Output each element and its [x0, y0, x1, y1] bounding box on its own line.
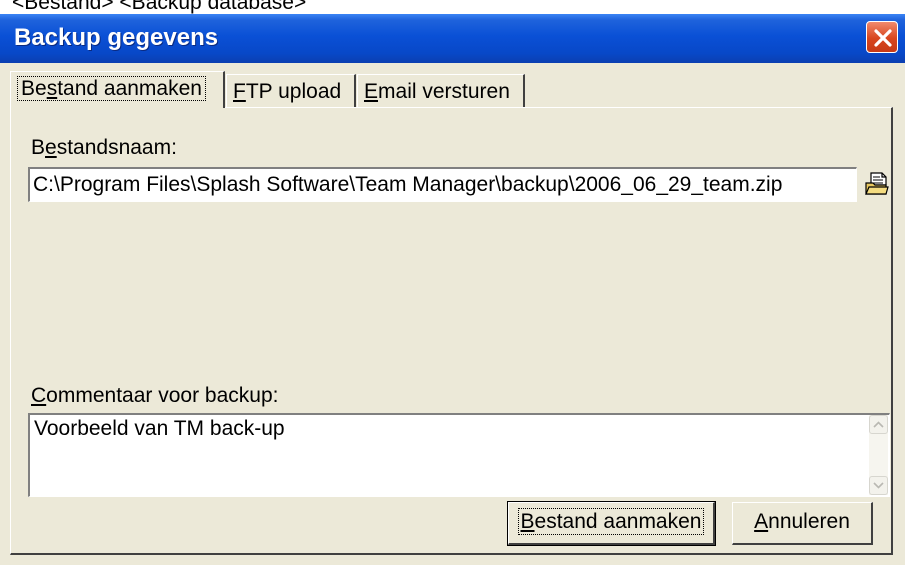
tab-ftp-upload[interactable]: FTP upload	[226, 74, 356, 108]
chevron-down-icon	[873, 482, 884, 489]
create-file-button[interactable]: Bestand aanmaken	[507, 501, 716, 546]
tab-bestand-aanmaken[interactable]: Bestand aanmaken	[10, 71, 225, 108]
window-title: Backup gegevens	[14, 24, 219, 51]
button-focus-ring: Bestand aanmaken	[517, 508, 705, 535]
comment-scrollbar[interactable]	[869, 415, 888, 495]
tab-email-versturen[interactable]: Email versturen	[357, 74, 525, 108]
backup-dialog: Backup gegevens Bestand aanmaken FTP upl…	[0, 14, 905, 565]
title-bar[interactable]: Backup gegevens	[0, 14, 905, 63]
scroll-up-button[interactable]	[869, 415, 888, 434]
scroll-down-button[interactable]	[869, 476, 888, 495]
tab-focus-ring: Bestand aanmaken	[17, 76, 206, 101]
browse-folder-icon	[865, 172, 889, 195]
cancel-button[interactable]: Annuleren	[732, 502, 873, 545]
browse-button[interactable]	[861, 167, 891, 201]
comment-textarea[interactable]: Voorbeeld van TM back-up	[28, 413, 890, 497]
chevron-up-icon	[873, 421, 884, 428]
tab-panel-bestand-aanmaken: Bestandsnaam: C:\Program Files\Splash So…	[10, 107, 893, 555]
close-button[interactable]	[866, 21, 898, 53]
page-caption: <Bestand> <Backup database>	[12, 0, 307, 14]
comment-label: Commentaar voor backup:	[31, 384, 279, 407]
close-icon	[874, 29, 892, 47]
filename-input[interactable]: C:\Program Files\Splash Software\Team Ma…	[28, 167, 857, 202]
filename-label: Bestandsnaam:	[31, 136, 177, 159]
